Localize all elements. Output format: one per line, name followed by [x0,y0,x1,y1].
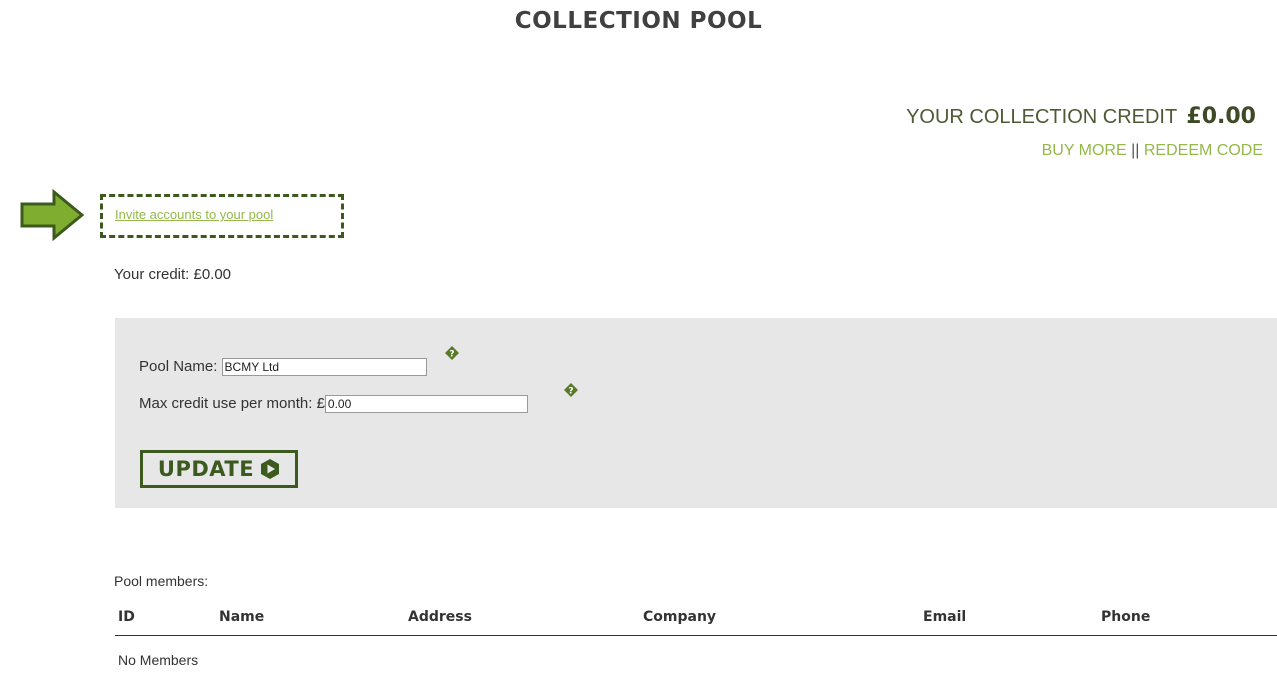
column-header-name: Name [219,609,265,625]
pool-name-row: Pool Name: [139,358,427,377]
members-table-header: ID Name Address Company Email Phone [115,603,1277,636]
max-credit-input[interactable] [324,395,528,414]
invite-accounts-link[interactable]: Invite accounts to your pool [115,207,273,222]
column-header-company: Company [643,609,717,625]
play-hexagon-icon [261,459,280,479]
column-header-id: ID [118,609,135,625]
collection-credit: YOUR COLLECTION CREDIT £0.00 [906,104,1256,129]
redeem-code-link[interactable]: REDEEM CODE [1144,142,1263,159]
help-icon[interactable]: ? [564,383,578,397]
pool-name-label: Pool Name: [139,358,218,375]
pool-settings-panel: Pool Name: ? Max credit use per month: £… [115,318,1277,508]
credit-links: BUY MORE || REDEEM CODE [1042,142,1263,160]
column-header-address: Address [408,609,472,625]
column-header-email: Email [923,609,967,625]
column-header-phone: Phone [1101,609,1151,625]
help-glyph: ? [568,387,573,397]
members-table: ID Name Address Company Email Phone [115,603,1277,636]
page-title: COLLECTION POOL [514,8,763,34]
max-credit-row: Max credit use per month: £ [139,395,528,414]
link-separator: || [1131,142,1140,159]
no-members-text: No Members [118,652,199,668]
your-credit-text: Your credit: £0.00 [114,266,232,283]
pool-members-label: Pool members: [114,573,209,589]
update-button[interactable]: UPDATE [140,450,298,488]
right-arrow-icon [20,189,84,241]
max-credit-label: Max credit use per month: £ [139,395,325,412]
collection-credit-amount: £0.00 [1186,104,1256,129]
update-button-label: UPDATE [157,457,255,481]
help-glyph: ? [449,350,454,360]
help-icon[interactable]: ? [445,346,459,360]
pool-name-input[interactable] [221,358,427,377]
collection-credit-label: YOUR COLLECTION CREDIT [906,106,1177,128]
buy-more-link[interactable]: BUY MORE [1042,142,1127,159]
